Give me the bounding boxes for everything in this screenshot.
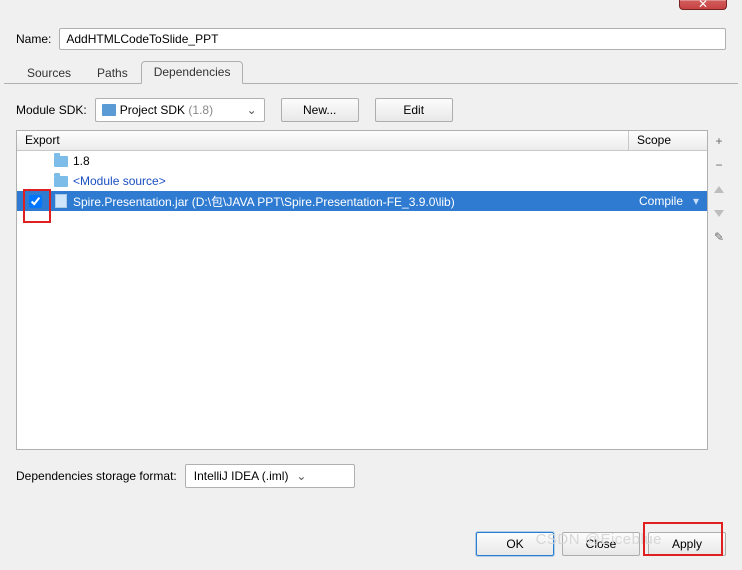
tab-sources[interactable]: Sources xyxy=(14,62,84,84)
storage-format-value: IntelliJ IDEA (.iml) xyxy=(194,469,289,483)
folder-icon xyxy=(54,156,68,167)
storage-format-label: Dependencies storage format: xyxy=(16,469,177,483)
dep-label: <Module source> xyxy=(73,174,613,188)
close-icon: ✕ xyxy=(698,0,708,11)
pencil-icon: ✎ xyxy=(714,230,724,244)
edit-dependency-button[interactable]: ✎ xyxy=(710,228,728,246)
sdk-edit-button[interactable]: Edit xyxy=(375,98,453,122)
chevron-down-icon: ⌄ xyxy=(294,469,308,483)
name-label: Name: xyxy=(16,32,51,46)
module-sdk-label: Module SDK: xyxy=(16,103,87,117)
triangle-down-icon xyxy=(714,210,724,217)
module-sdk-combo[interactable]: Project SDK (1.8) ⌄ xyxy=(95,98,265,122)
jar-icon xyxy=(55,194,67,208)
window-close-button[interactable]: ✕ xyxy=(679,0,727,10)
close-button[interactable]: Close xyxy=(562,532,640,556)
module-sdk-value: Project SDK (1.8) xyxy=(120,103,240,117)
move-up-button[interactable] xyxy=(710,180,728,198)
move-down-button[interactable] xyxy=(710,204,728,222)
chevron-down-icon: ▾ xyxy=(693,194,703,208)
tab-paths[interactable]: Paths xyxy=(84,62,141,84)
dep-label: Spire.Presentation.jar (D:\包\JAVA PPT\Sp… xyxy=(73,193,613,210)
add-dependency-button[interactable]: + xyxy=(710,132,728,150)
ok-button[interactable]: OK xyxy=(476,532,554,556)
dep-label: 1.8 xyxy=(73,154,613,168)
name-input[interactable] xyxy=(59,28,726,50)
remove-dependency-button[interactable]: − xyxy=(710,156,728,174)
storage-format-combo[interactable]: IntelliJ IDEA (.iml) ⌄ xyxy=(185,464,355,488)
dep-export-checkbox[interactable] xyxy=(29,195,42,208)
apply-button[interactable]: Apply xyxy=(648,532,726,556)
sdk-icon xyxy=(102,104,116,116)
tab-dependencies[interactable]: Dependencies xyxy=(141,61,244,84)
dep-row-module-source[interactable]: <Module source> xyxy=(17,171,707,191)
chevron-down-icon: ⌄ xyxy=(244,103,260,117)
dep-scope[interactable]: Compile xyxy=(617,194,689,208)
triangle-up-icon xyxy=(714,186,724,193)
minus-icon: − xyxy=(715,158,722,172)
col-header-export[interactable]: Export xyxy=(17,131,629,150)
dep-row-sdk[interactable]: 1.8 xyxy=(17,151,707,171)
col-header-scope[interactable]: Scope xyxy=(629,131,707,150)
tabs-rail: Sources Paths Dependencies xyxy=(4,60,738,84)
sdk-new-button[interactable]: New... xyxy=(281,98,359,122)
dep-row-spire-jar[interactable]: Spire.Presentation.jar (D:\包\JAVA PPT\Sp… xyxy=(17,191,707,211)
folder-icon xyxy=(54,176,68,187)
dependencies-table: Export Scope 1.8 <Module source> xyxy=(16,130,708,450)
plus-icon: + xyxy=(715,134,722,148)
